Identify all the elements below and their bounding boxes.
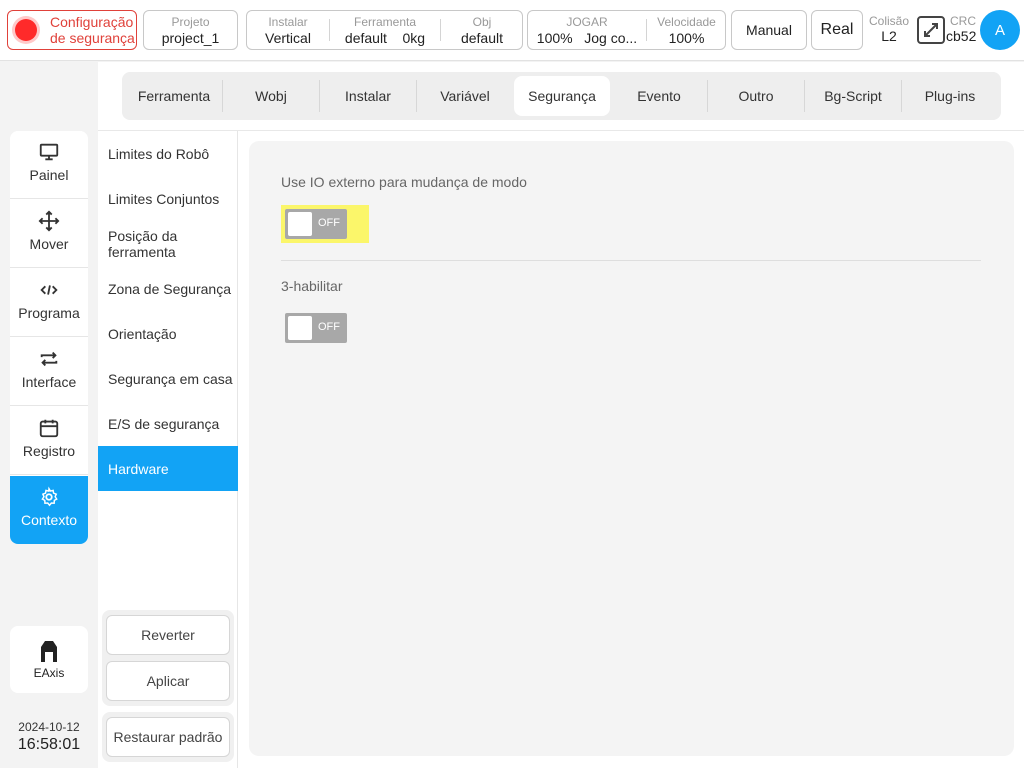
- safety-config-button[interactable]: Configuração de segurança: [7, 10, 137, 50]
- jog-cell[interactable]: JOGAR 100% Jog co...: [528, 11, 646, 49]
- restore-group: Restaurar padrão: [102, 712, 234, 762]
- date-text: 2024-10-12: [18, 720, 80, 734]
- real-mode-button[interactable]: Real: [811, 10, 863, 50]
- submenu-item-safety-io[interactable]: E/S de segurança: [98, 401, 238, 446]
- move-arrows-icon: [38, 210, 60, 232]
- submenu-item-joint-limits[interactable]: Limites Conjuntos: [98, 176, 238, 221]
- submenu-item-tool-position[interactable]: Posição da ferramenta: [98, 221, 238, 266]
- toggle-knob: [288, 212, 312, 236]
- project-value: project_1: [161, 30, 220, 46]
- toggle-state: OFF: [318, 217, 340, 229]
- tool-cell[interactable]: Ferramenta default 0kg: [330, 11, 440, 49]
- tab-plug-ins[interactable]: Plug-ins: [902, 76, 998, 116]
- main-nav: Painel Mover Programa Interface Registro…: [10, 131, 88, 544]
- safety-config-label: Configuração de segurança: [50, 14, 135, 46]
- collision-level[interactable]: Colisão L2: [866, 14, 912, 44]
- submenu-item-hardware[interactable]: Hardware: [98, 446, 238, 491]
- manual-mode-button[interactable]: Manual: [731, 10, 807, 50]
- toggle-knob: [288, 316, 312, 340]
- crc-indicator: CRC cb52: [946, 14, 977, 44]
- tab-ferramenta[interactable]: Ferramenta: [126, 76, 222, 116]
- time-text: 16:58:01: [17, 736, 81, 753]
- nav-item-interface[interactable]: Interface: [10, 338, 88, 406]
- apply-button[interactable]: Aplicar: [106, 661, 230, 701]
- calendar-icon: [39, 419, 59, 438]
- jog-speed-group[interactable]: JOGAR 100% Jog co... Velocidade 100%: [527, 10, 726, 50]
- three-enable-label: 3-habilitar: [281, 278, 343, 294]
- top-bar: Configuração de segurança Projeto projec…: [0, 0, 1024, 61]
- safety-status-indicator: [15, 19, 37, 41]
- section-divider: [281, 260, 981, 261]
- revert-button[interactable]: Reverter: [106, 615, 230, 655]
- submenu-item-robot-limits[interactable]: Limites do Robô: [98, 131, 238, 176]
- toggle-state: OFF: [318, 321, 340, 333]
- tab-bg-script[interactable]: Bg-Script: [805, 76, 901, 116]
- code-icon: [40, 285, 58, 295]
- monitor-icon: [39, 143, 59, 161]
- restore-defaults-button[interactable]: Restaurar padrão: [106, 717, 230, 757]
- three-enable-toggle[interactable]: OFF: [285, 313, 347, 343]
- clock: 2024-10-12 16:58:01: [10, 720, 88, 754]
- project-selector[interactable]: Projeto project_1: [143, 10, 238, 50]
- submenu-item-safety-zone[interactable]: Zona de Segurança: [98, 266, 238, 311]
- nav-item-mover[interactable]: Mover: [10, 200, 88, 268]
- external-io-label: Use IO externo para mudança de modo: [281, 174, 527, 190]
- tab-seguranca[interactable]: Segurança: [514, 76, 610, 116]
- nav-item-contexto[interactable]: Contexto: [10, 476, 88, 544]
- hardware-settings-panel: Use IO externo para mudança de modo OFF …: [249, 141, 1014, 756]
- fullscreen-icon[interactable]: [917, 16, 945, 44]
- eaxis-icon: [41, 641, 57, 662]
- settings-tabs: Ferramenta Wobj Instalar Variável Segura…: [122, 72, 1001, 120]
- nav-item-programa[interactable]: Programa: [10, 269, 88, 337]
- install-tool-obj-group[interactable]: Instalar Vertical Ferramenta default 0kg…: [246, 10, 523, 50]
- user-avatar[interactable]: A: [980, 10, 1020, 50]
- tab-instalar[interactable]: Instalar: [320, 76, 416, 116]
- external-io-toggle[interactable]: OFF: [285, 209, 347, 239]
- swap-arrows-icon: [40, 351, 58, 367]
- submenu-item-orientation[interactable]: Orientação: [98, 311, 238, 356]
- speed-cell[interactable]: Velocidade 100%: [647, 11, 726, 49]
- revert-apply-group: Reverter Aplicar: [102, 610, 234, 706]
- install-cell[interactable]: Instalar Vertical: [247, 11, 329, 49]
- obj-cell[interactable]: Obj default: [441, 11, 523, 49]
- eaxis-button[interactable]: EAxis: [10, 626, 88, 693]
- project-key: Projeto: [171, 15, 210, 29]
- tab-wobj[interactable]: Wobj: [223, 76, 319, 116]
- nav-item-painel[interactable]: Painel: [10, 131, 88, 199]
- tab-evento[interactable]: Evento: [611, 76, 707, 116]
- tab-outro[interactable]: Outro: [708, 76, 804, 116]
- tab-variavel[interactable]: Variável: [417, 76, 513, 116]
- nav-item-registro[interactable]: Registro: [10, 407, 88, 475]
- submenu-item-home-safety[interactable]: Segurança em casa: [98, 356, 238, 401]
- gear-icon: [41, 486, 58, 507]
